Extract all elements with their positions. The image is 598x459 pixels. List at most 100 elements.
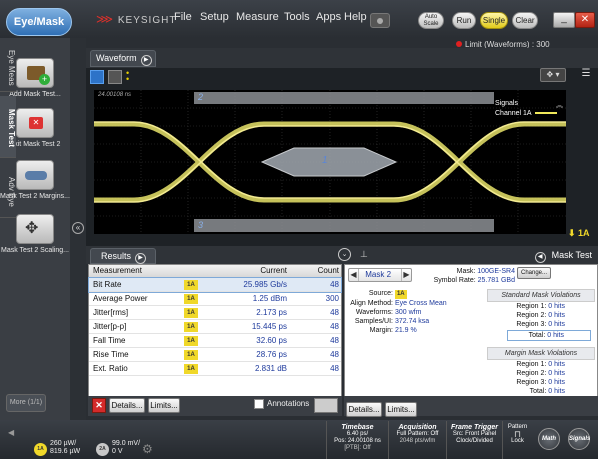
row-count: 48	[330, 308, 339, 317]
eye-mask-mode-button[interactable]: Eye/Mask	[6, 8, 72, 36]
samples-label: Samples/UI:	[354, 318, 393, 325]
waveform-header	[86, 48, 598, 68]
mask-scaling-button[interactable]: ✥ Mask Test 2 Scaling...	[0, 214, 70, 255]
signals-button[interactable]: Signals	[568, 428, 590, 450]
chevron-down-icon[interactable]: ⌄	[338, 248, 351, 261]
multi-grid-icon[interactable]	[108, 70, 122, 84]
zoom-move-icon[interactable]: ✥ ▾	[540, 68, 566, 82]
mask-details-button[interactable]: Details...	[346, 402, 382, 417]
tab-mask-test[interactable]: Mask Test	[0, 96, 16, 158]
waveforms-value: 300 wfm	[394, 309, 422, 316]
annotations-label: Annotations	[267, 399, 310, 409]
table-row[interactable]: Jitter[rms] 1A 2.173 ps 48	[89, 306, 341, 320]
delete-measurement-icon[interactable]: ✕	[92, 398, 106, 413]
region-label: Region 2:	[516, 370, 547, 377]
col-measurement[interactable]: Measurement	[93, 265, 142, 277]
row-current: 28.76 ps	[256, 350, 287, 359]
mask-test-tab[interactable]: ◀ Mask Test	[530, 248, 596, 264]
timebase-ptb: [PTB]: Off	[344, 445, 371, 451]
collapse-panel-icon[interactable]: «	[72, 222, 84, 234]
channel-1a-settings[interactable]: 260 µW/819.6 µW	[50, 440, 80, 456]
clear-button[interactable]: Clear	[512, 12, 538, 29]
results-tab[interactable]: Results ▶	[90, 248, 156, 264]
region-value: 0 hits	[548, 370, 565, 377]
gear-icon[interactable]: ⚙	[142, 442, 153, 456]
pattern-lock-section[interactable]: Pattern ⊓ Lock	[502, 421, 532, 459]
channel-badge: 1A	[184, 280, 198, 290]
single-grid-icon[interactable]	[90, 70, 104, 84]
play-icon[interactable]: ▶	[135, 253, 147, 264]
table-row[interactable]: Jitter[p-p] 1A 15.445 ps 48	[89, 320, 341, 334]
auto-scale-button[interactable]: Auto Scale	[418, 12, 444, 29]
trigger-source: Src: Front Panel	[452, 431, 497, 437]
legend-collapse-icon[interactable]: ︽	[556, 100, 563, 110]
row-name: Fall Time	[93, 336, 126, 345]
acquisition-section[interactable]: Acquisition Full Pattern: Off 2048 pts/wfm	[388, 421, 446, 459]
table-row[interactable]: Bit Rate 1A 25.985 Gb/s 48	[88, 277, 342, 293]
waveform-menu-icon[interactable]: ☰	[578, 68, 594, 82]
results-table: Measurement Current Count Bit Rate 1A 25.9…	[88, 264, 342, 414]
table-row[interactable]: Fall Time 1A 32.60 ps 48	[89, 334, 341, 348]
single-button[interactable]: Single	[480, 12, 508, 29]
table-layout-icon[interactable]	[314, 398, 338, 413]
row-count: 48	[330, 280, 339, 289]
total-label: Total:	[529, 388, 547, 395]
col-current[interactable]: Current	[227, 265, 287, 277]
annotations-checkbox[interactable]: Annotations	[254, 399, 309, 409]
channel-2a-settings[interactable]: 99.0 mV/0 V	[112, 440, 140, 456]
table-row[interactable]: Average Power 1A 1.25 dBm 300	[89, 292, 341, 306]
pin-icon[interactable]: ⊥	[360, 249, 368, 260]
screenshot-camera-icon[interactable]	[370, 13, 390, 28]
menu-file[interactable]: File	[174, 11, 192, 23]
signals-legend[interactable]: Signals ︽ Channel 1A	[495, 100, 563, 122]
region-label: Region 3:	[516, 321, 547, 328]
checkbox-icon[interactable]	[254, 399, 264, 409]
menu-help[interactable]: Help	[344, 11, 367, 23]
channel-2a-badge[interactable]: 2A	[96, 443, 109, 456]
back-icon[interactable]: ◀	[534, 252, 546, 263]
results-limits-button[interactable]: Limits...	[148, 398, 180, 413]
table-row[interactable]: Rise Time 1A 28.76 ps 48	[89, 348, 341, 362]
play-icon[interactable]: ▶	[140, 55, 152, 66]
minimize-icon[interactable]: _	[553, 12, 575, 28]
menu-setup[interactable]: Setup	[200, 11, 229, 23]
waveform-tab[interactable]: Waveform ▶	[90, 50, 156, 67]
close-icon[interactable]: ✕	[575, 12, 595, 28]
channel-scroll-icon[interactable]: ◀	[8, 428, 14, 437]
row-current: 32.60 ps	[256, 336, 287, 345]
standard-violations: Standard Mask Violations Region 1: 0 hit…	[487, 289, 595, 341]
region-value: 0 hits	[548, 379, 565, 386]
mask-selector[interactable]: ◀ Mask 2 ▶	[348, 268, 412, 282]
acquisition-pattern: Full Pattern: Off	[396, 431, 439, 437]
results-details-button[interactable]: Details...	[109, 398, 145, 413]
change-mask-button[interactable]: Change...	[517, 267, 551, 279]
channel-badge: 1A	[184, 308, 198, 318]
margins-icon	[16, 160, 54, 190]
table-row[interactable]: Ext. Ratio 1A 2.831 dB 48	[89, 362, 341, 376]
timebase-section[interactable]: Timebase 6.40 ps/Pos: 24.00108 ns [PTB]: O…	[326, 421, 388, 459]
math-button[interactable]: Math	[538, 428, 560, 450]
prev-mask-icon[interactable]: ◀	[349, 269, 359, 281]
menu-apps[interactable]: Apps	[316, 11, 341, 23]
marker-dots-icon[interactable]: • •	[126, 69, 132, 84]
run-button[interactable]: Run	[452, 12, 476, 29]
mask-limits-button[interactable]: Limits...	[385, 402, 417, 417]
channel-marker[interactable]: ⬇ 1A	[568, 228, 590, 239]
tab-adv-eye[interactable]: Adv Eye	[0, 162, 16, 218]
menu-tools[interactable]: Tools	[284, 11, 310, 23]
legend-channel-label: Channel 1A	[495, 110, 532, 117]
row-current: 2.173 ps	[256, 308, 287, 317]
tab-eye-meas[interactable]: Eye Meas	[0, 40, 16, 92]
region-label: Region 1:	[516, 303, 547, 310]
frame-trigger-section[interactable]: Frame Trigger Src: Front Panel Clock/Divid…	[446, 421, 502, 459]
menu-measure[interactable]: Measure	[236, 11, 279, 23]
mask-test-panel: ◀ Mask 2 ▶ Mask: 100GE-SR4 Symbol Rate: …	[344, 264, 598, 414]
more-button[interactable]: More (1/1)	[6, 394, 46, 412]
col-count[interactable]: Count	[289, 265, 339, 277]
channel-1a-badge[interactable]: 1A	[34, 443, 47, 456]
row-name: Bit Rate	[93, 280, 122, 289]
results-header-row: Measurement Current Count	[89, 265, 341, 278]
mask-value: 100GE-SR4	[477, 268, 515, 275]
region-value: 0 hits	[548, 321, 565, 328]
source-badge: 1A	[394, 290, 407, 299]
